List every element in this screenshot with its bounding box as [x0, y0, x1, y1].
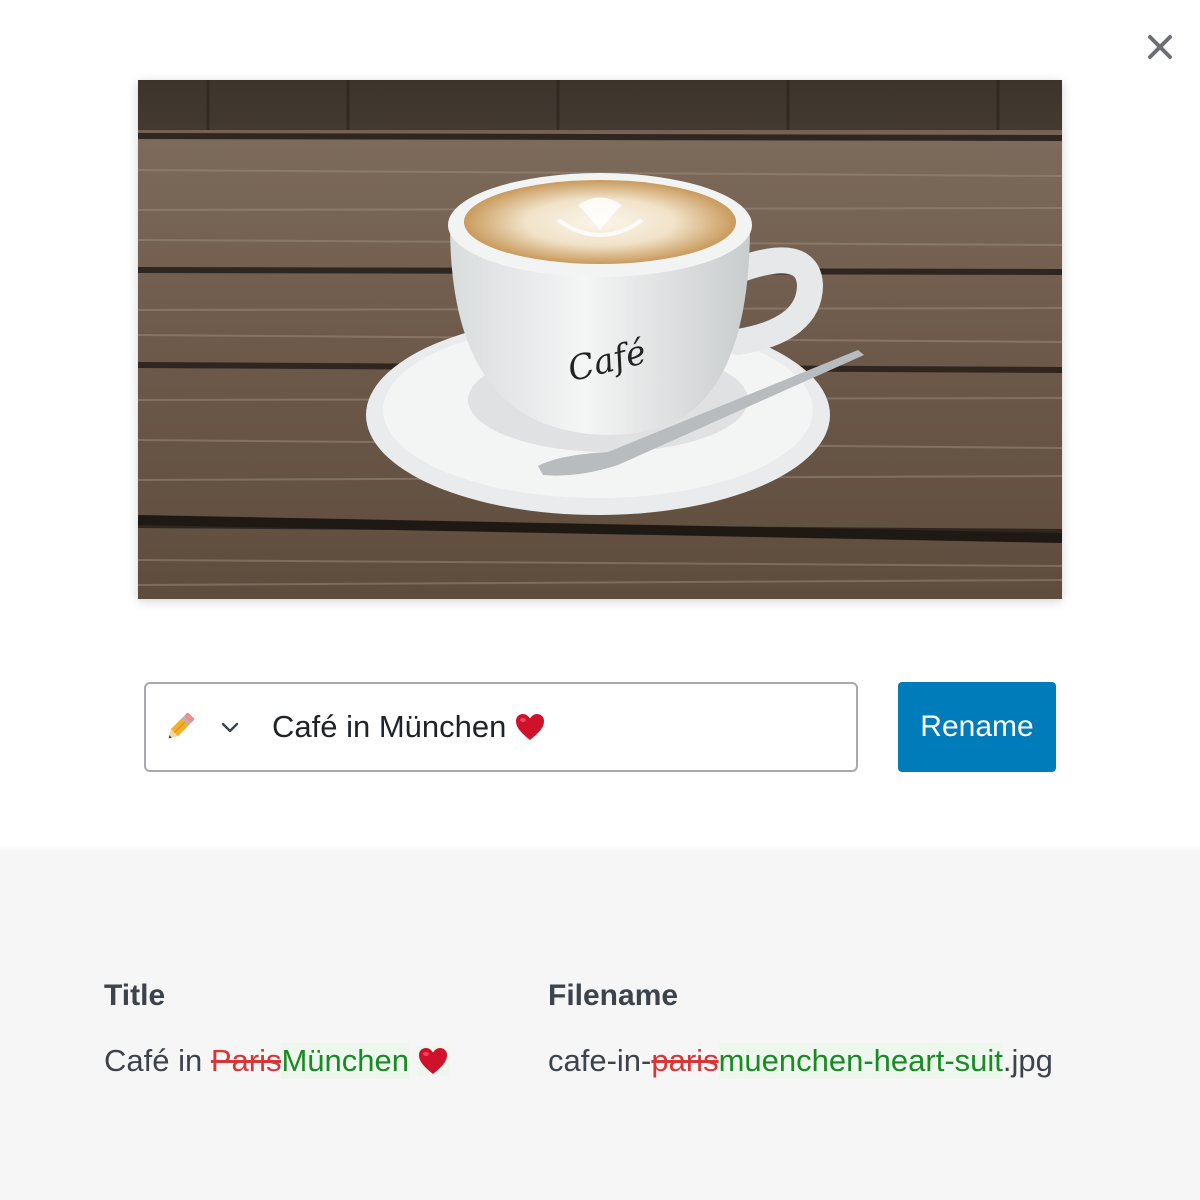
filename-added-text: muenchen-heart-suit — [718, 1043, 1003, 1079]
filename-heading: Filename — [548, 979, 679, 1012]
filename-preview: Filename cafe-in-paris muenchen-heart-sui… — [548, 979, 1053, 1079]
rename-button[interactable]: Rename — [898, 682, 1056, 772]
image-preview: Café — [138, 80, 1062, 599]
title-input-value: Café in München — [272, 709, 507, 744]
close-icon — [1148, 35, 1172, 59]
filename-prefix: cafe-in- — [548, 1043, 652, 1078]
close-button[interactable] — [1141, 28, 1179, 66]
rename-field: Café in München — [144, 682, 858, 772]
chevron-down-icon — [221, 722, 239, 733]
title-heading: Title — [104, 979, 166, 1012]
pencil-icon — [168, 712, 195, 739]
heart-icon — [516, 714, 545, 740]
title-prefix: Café in — [104, 1043, 211, 1078]
filename-extension: .jpg — [1002, 1043, 1053, 1078]
title-diff: Café in Paris München — [104, 1043, 450, 1079]
preview-panel: Title Café in Paris München Filename cafe… — [0, 846, 1200, 1200]
mode-dropdown[interactable] — [146, 684, 242, 770]
title-preview: Title Café in Paris München — [104, 979, 450, 1079]
title-input[interactable]: Café in München — [242, 684, 856, 770]
title-removed-text: Paris — [210, 1043, 282, 1078]
filename-removed-text: paris — [651, 1043, 719, 1078]
filename-diff: cafe-in-paris muenchen-heart-suit .jpg — [548, 1043, 1053, 1079]
heart-icon — [417, 1046, 450, 1076]
title-added-text: München — [281, 1043, 410, 1079]
